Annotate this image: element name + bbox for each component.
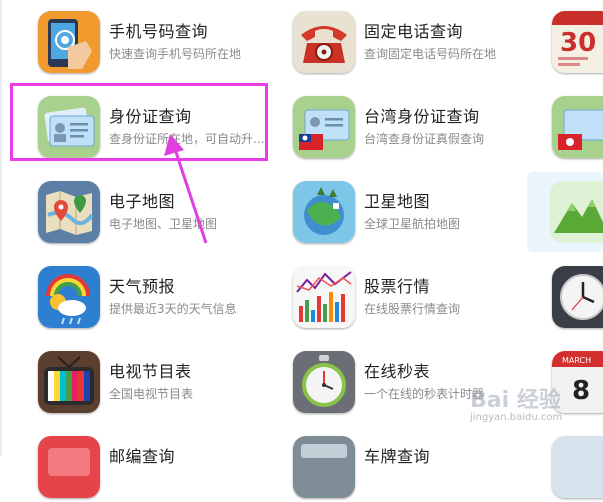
item-description: 快速查询手机号码所在地 bbox=[109, 47, 242, 61]
calendar-month: MARCH bbox=[562, 356, 591, 365]
item-title: 台湾身份证查询 bbox=[364, 107, 480, 126]
app-stock-quotes[interactable]: 股票行情 在线股票行情查询 bbox=[293, 266, 523, 332]
taiwan-id-card-icon bbox=[293, 96, 355, 158]
stopwatch-icon bbox=[293, 351, 355, 413]
red-telephone-icon bbox=[293, 11, 355, 73]
app-calendar[interactable]: 30 bbox=[552, 11, 603, 77]
watermark: Bai 经验 bbox=[470, 388, 561, 413]
tv-icon bbox=[38, 351, 100, 413]
hongkong-id-card-icon bbox=[552, 96, 603, 158]
item-description: 电子地图、卫星地图 bbox=[109, 217, 218, 231]
app-landline-lookup[interactable]: 固定电话查询 查询固定电话号码所在地 bbox=[293, 11, 523, 77]
mail-icon bbox=[38, 436, 100, 498]
app-icon bbox=[552, 436, 603, 498]
car-plate-icon bbox=[293, 436, 355, 498]
item-description: 全球卫星航拍地图 bbox=[364, 217, 461, 231]
app-license-plate-lookup[interactable]: 车牌查询 bbox=[293, 436, 523, 502]
item-description: 全国电视节目表 bbox=[109, 387, 194, 401]
item-title: 在线秒表 bbox=[364, 362, 431, 381]
item-title: 电视节目表 bbox=[109, 362, 192, 381]
weather-icon bbox=[38, 266, 100, 328]
globe-icon bbox=[293, 181, 355, 243]
app-clock[interactable] bbox=[552, 266, 603, 332]
item-title: 车牌查询 bbox=[364, 447, 431, 466]
app-satellite-map[interactable]: 卫星地图 全球卫星航拍地图 bbox=[293, 181, 523, 247]
clock-icon bbox=[552, 266, 603, 328]
calendar-icon: 30 bbox=[552, 11, 603, 73]
map-icon bbox=[38, 181, 100, 243]
item-title: 手机号码查询 bbox=[109, 22, 209, 41]
calendar-day: 30 bbox=[560, 28, 596, 58]
calendar-day: 8 bbox=[572, 376, 590, 406]
watermark-url: jingyan.baidu.com bbox=[470, 412, 563, 423]
app-electronic-map[interactable]: 电子地图 电子地图、卫星地图 bbox=[38, 181, 268, 247]
item-description: 提供最近3天的天气信息 bbox=[109, 302, 237, 316]
item-title: 卫星地图 bbox=[364, 192, 431, 211]
item-title: 天气预报 bbox=[109, 277, 176, 296]
item-description: 一个在线的秒表计时器 bbox=[364, 387, 485, 401]
mountain-icon bbox=[550, 181, 603, 243]
item-description: 查询固定电话号码所在地 bbox=[364, 47, 497, 61]
phone-tap-icon bbox=[38, 11, 100, 73]
app-phone-number-lookup[interactable]: 手机号码查询 快速查询手机号码所在地 bbox=[38, 11, 268, 77]
page-edge bbox=[0, 0, 2, 456]
item-title: 固定电话查询 bbox=[364, 22, 464, 41]
item-title: 股票行情 bbox=[364, 277, 431, 296]
item-title: 邮编查询 bbox=[109, 447, 176, 466]
app-mountain[interactable] bbox=[550, 181, 603, 247]
app-postcode-lookup[interactable]: 邮编查询 bbox=[38, 436, 268, 502]
highlight-box bbox=[10, 83, 268, 161]
app-tv-schedule[interactable]: 电视节目表 全国电视节目表 bbox=[38, 351, 268, 417]
item-title: 电子地图 bbox=[109, 192, 176, 211]
item-description: 台湾查身份证真假查询 bbox=[364, 132, 485, 146]
app-weather-forecast[interactable]: 天气预报 提供最近3天的天气信息 bbox=[38, 266, 268, 332]
app-taiwan-id-lookup[interactable]: 台湾身份证查询 台湾查身份证真假查询 bbox=[293, 96, 523, 162]
stock-chart-icon bbox=[293, 266, 355, 328]
app-partial-bottom[interactable] bbox=[552, 436, 603, 502]
item-description: 在线股票行情查询 bbox=[364, 302, 461, 316]
app-hongkong-id[interactable] bbox=[552, 96, 603, 162]
